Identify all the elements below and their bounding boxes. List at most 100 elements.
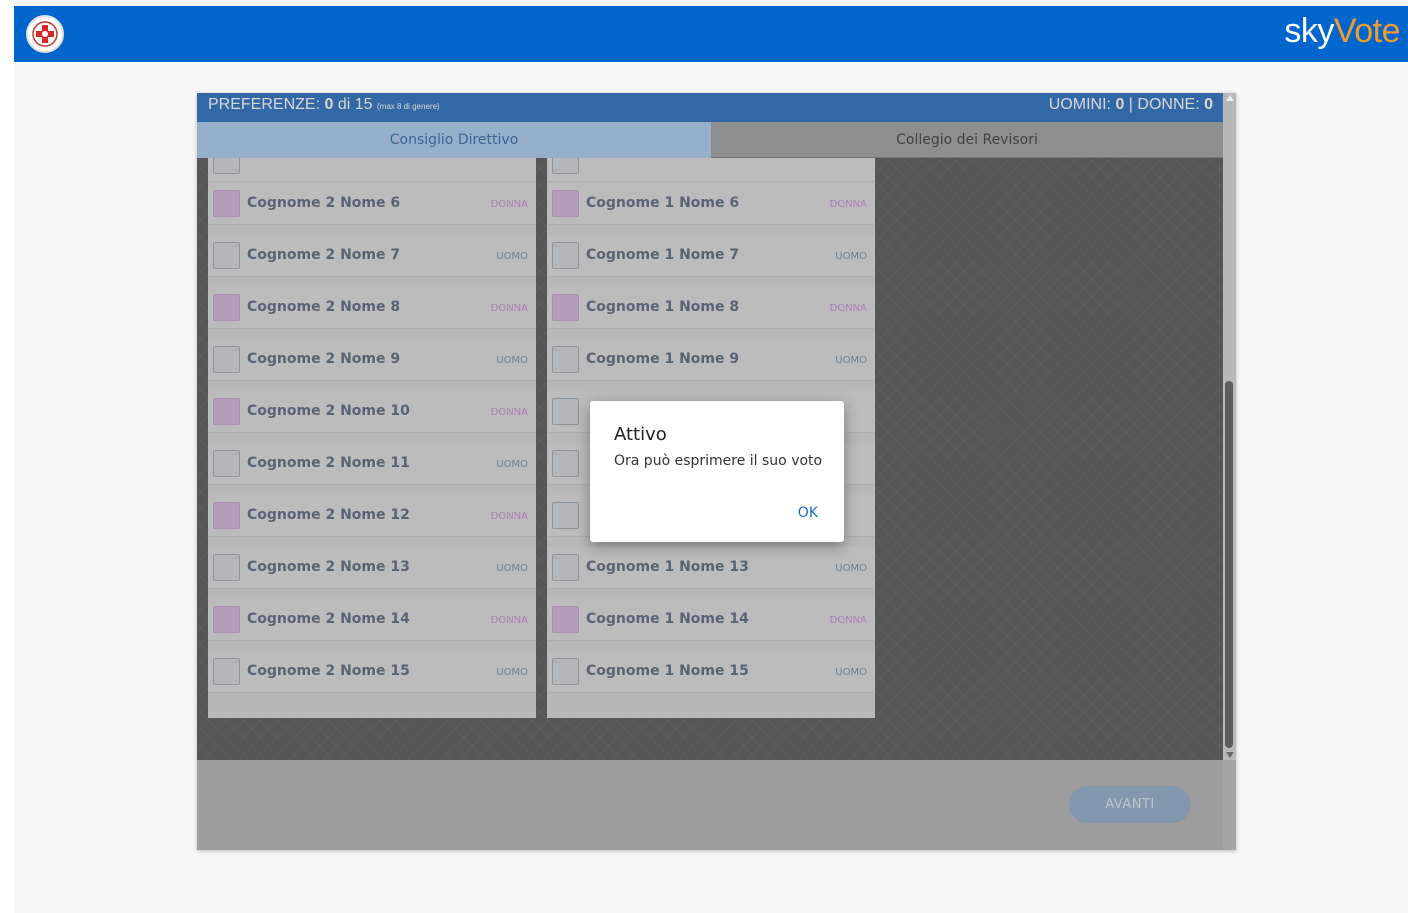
candidate-checkbox[interactable] <box>552 398 579 425</box>
footer-bar: AVANTI <box>197 760 1236 850</box>
candidate-checkbox[interactable] <box>552 294 579 321</box>
candidate-row[interactable]: Cognome 2 Nome 10 DONNA <box>208 391 536 433</box>
candidate-gender: UOMO <box>496 667 528 678</box>
women-label: DONNE: <box>1137 96 1200 113</box>
candidate-gender: UOMO <box>835 563 867 574</box>
candidate-gender: UOMO <box>835 667 867 678</box>
candidate-gender: DONNA <box>829 199 867 210</box>
candidate-checkbox[interactable] <box>213 398 240 425</box>
alert-dialog: Attivo Ora può esprimere il suo voto OK <box>590 401 844 542</box>
candidate-checkbox[interactable] <box>552 658 579 685</box>
candidate-gender: DONNA <box>490 303 528 314</box>
candidate-row[interactable]: Cognome 2 Nome 14 DONNA <box>208 599 536 641</box>
candidate-gender: DONNA <box>490 199 528 210</box>
scroll-down-icon[interactable] <box>1226 752 1234 758</box>
candidate-gender: UOMO <box>496 251 528 262</box>
candidate-checkbox[interactable] <box>552 190 579 217</box>
men-label: UOMINI: <box>1048 96 1111 113</box>
candidate-row[interactable]: Cognome 2 Nome 13 UOMO <box>208 547 536 589</box>
candidate-checkbox[interactable] <box>213 190 240 217</box>
candidate-checkbox[interactable] <box>552 158 579 174</box>
candidate-row[interactable]: Cognome 1 Nome 15 UOMO <box>547 651 875 693</box>
preferences-total: di 15 <box>337 96 373 113</box>
candidate-gender: DONNA <box>490 407 528 418</box>
candidate-name: Cognome 2 Nome 10 <box>247 403 410 419</box>
candidate-row[interactable]: Cognome 2 Nome 6 DONNA <box>208 183 536 225</box>
candidate-checkbox[interactable] <box>552 606 579 633</box>
candidate-checkbox[interactable] <box>552 346 579 373</box>
candidate-name: Cognome 2 Nome 11 <box>247 455 410 471</box>
dialog-title: Attivo <box>614 424 667 445</box>
candidate-row[interactable]: Cognome 1 Nome 8 DONNA <box>547 287 875 329</box>
candidate-checkbox[interactable] <box>213 606 240 633</box>
candidate-name: Cognome 1 Nome 14 <box>586 611 749 627</box>
candidate-name: Cognome 2 Nome 9 <box>247 351 401 367</box>
scrollbar[interactable] <box>1223 93 1236 760</box>
candidate-name: Cognome 1 Nome 7 <box>586 247 740 263</box>
candidate-checkbox[interactable] <box>213 658 240 685</box>
candidate-row-partial[interactable] <box>547 158 875 182</box>
candidate-name: Cognome 1 Nome 13 <box>586 559 749 575</box>
candidate-checkbox[interactable] <box>213 294 240 321</box>
men-count: 0 <box>1115 96 1125 113</box>
preferences-bar: PREFERENZE: 0 di 15 (max 8 di genere) UO… <box>197 93 1223 122</box>
candidate-checkbox[interactable] <box>552 554 579 581</box>
candidate-row[interactable]: Cognome 1 Nome 6 DONNA <box>547 183 875 225</box>
women-count: 0 <box>1204 96 1213 113</box>
red-cross-logo-icon <box>26 15 64 53</box>
candidate-row[interactable]: Cognome 1 Nome 14 DONNA <box>547 599 875 641</box>
skyvote-logo: skyVote <box>1284 12 1400 51</box>
candidate-checkbox[interactable] <box>552 242 579 269</box>
counter-separator: | <box>1128 96 1133 113</box>
candidate-checkbox[interactable] <box>213 158 240 174</box>
top-bar: skyVote <box>14 6 1408 62</box>
candidate-gender: DONNA <box>829 303 867 314</box>
scroll-up-icon[interactable] <box>1226 95 1234 101</box>
candidate-gender: UOMO <box>496 459 528 470</box>
candidate-row[interactable]: Cognome 2 Nome 11 UOMO <box>208 443 536 485</box>
dialog-ok-button[interactable]: OK <box>798 505 818 521</box>
candidate-checkbox[interactable] <box>213 346 240 373</box>
preferences-count: 0 <box>324 96 334 113</box>
candidate-name: Cognome 1 Nome 15 <box>586 663 749 679</box>
candidate-name: Cognome 1 Nome 6 <box>586 195 740 211</box>
preferences-counter: PREFERENZE: 0 di 15 (max 8 di genere) <box>208 96 440 114</box>
brand-vote: Vote <box>1333 12 1401 50</box>
candidate-row[interactable]: Cognome 2 Nome 12 DONNA <box>208 495 536 537</box>
candidate-name: Cognome 2 Nome 15 <box>247 663 410 679</box>
candidate-row-partial[interactable] <box>208 158 536 182</box>
candidate-gender: DONNA <box>829 615 867 626</box>
candidate-checkbox[interactable] <box>552 450 579 477</box>
preferences-max-note: (max 8 di genere) <box>376 102 440 111</box>
candidate-name: Cognome 2 Nome 6 <box>247 195 401 211</box>
preferences-label: PREFERENZE: <box>208 96 321 113</box>
candidate-gender: UOMO <box>496 563 528 574</box>
candidate-checkbox[interactable] <box>213 554 240 581</box>
candidate-name: Cognome 2 Nome 8 <box>247 299 401 315</box>
candidate-checkbox[interactable] <box>213 242 240 269</box>
tab-consiglio-direttivo[interactable]: Consiglio Direttivo <box>197 122 711 158</box>
candidate-name: Cognome 2 Nome 12 <box>247 507 410 523</box>
candidate-row[interactable]: Cognome 2 Nome 9 UOMO <box>208 339 536 381</box>
candidate-row[interactable]: Cognome 1 Nome 9 UOMO <box>547 339 875 381</box>
candidate-gender: DONNA <box>490 615 528 626</box>
dialog-message: Ora può esprimere il suo voto <box>614 453 823 469</box>
candidate-row[interactable]: Cognome 2 Nome 8 DONNA <box>208 287 536 329</box>
candidate-row[interactable]: Cognome 2 Nome 15 UOMO <box>208 651 536 693</box>
candidate-row[interactable]: Cognome 1 Nome 7 UOMO <box>547 235 875 277</box>
scrollbar-thumb[interactable] <box>1225 381 1233 748</box>
candidate-gender: DONNA <box>490 511 528 522</box>
avanti-button[interactable]: AVANTI <box>1069 786 1191 823</box>
candidate-row[interactable]: Cognome 2 Nome 7 UOMO <box>208 235 536 277</box>
candidate-checkbox[interactable] <box>213 502 240 529</box>
candidate-name: Cognome 1 Nome 9 <box>586 351 740 367</box>
candidate-row[interactable]: Cognome 1 Nome 13 UOMO <box>547 547 875 589</box>
candidate-gender: UOMO <box>496 355 528 366</box>
candidate-checkbox[interactable] <box>552 502 579 529</box>
candidate-checkbox[interactable] <box>213 450 240 477</box>
candidate-name: Cognome 1 Nome 8 <box>586 299 740 315</box>
candidate-gender: UOMO <box>835 251 867 262</box>
tab-collegio-revisori[interactable]: Collegio dei Revisori <box>711 122 1223 158</box>
candidate-gender: UOMO <box>835 355 867 366</box>
candidate-name: Cognome 2 Nome 14 <box>247 611 410 627</box>
